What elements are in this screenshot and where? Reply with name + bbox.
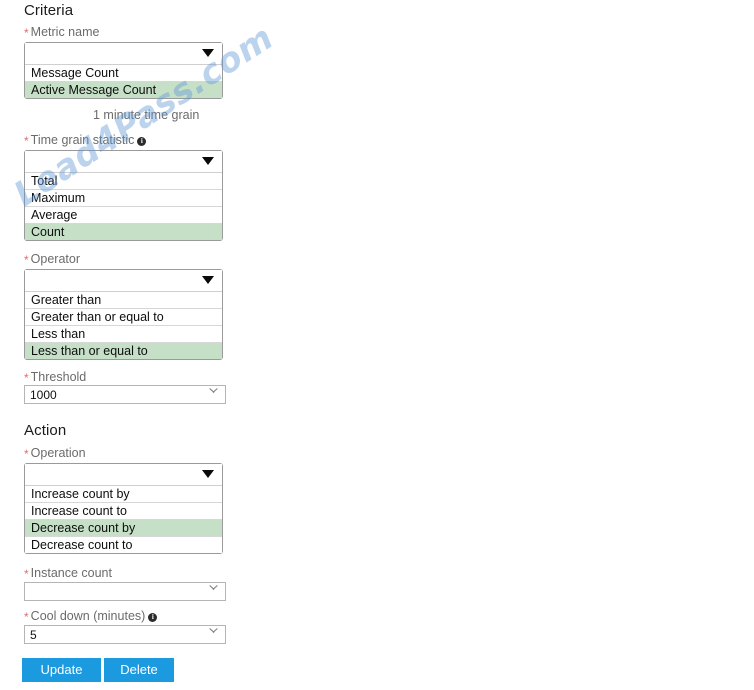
metric-name-input[interactable]	[25, 43, 222, 65]
instance-count-select[interactable]	[24, 582, 226, 601]
time-grain-statistic-label-text: Time grain statistic	[30, 133, 135, 147]
operator-option-list: Greater than Greater than or equal to Le…	[25, 292, 222, 359]
instance-count-label: * Instance count	[24, 566, 112, 581]
action-heading: Action	[24, 422, 67, 439]
metric-name-label: * Metric name	[24, 25, 99, 40]
threshold-label-text: Threshold	[30, 370, 87, 384]
operator-option-greater-than[interactable]: Greater than	[25, 292, 222, 309]
operation-label: * Operation	[24, 446, 86, 461]
time-grain-statistic-option-list: Total Maximum Average Count	[25, 173, 222, 240]
chevron-down-icon[interactable]	[202, 157, 214, 165]
time-grain-statistic-input[interactable]	[25, 151, 222, 173]
operator-label-text: Operator	[30, 252, 81, 266]
metric-name-dropdown[interactable]: Message Count Active Message Count	[24, 42, 223, 99]
delete-button[interactable]: Delete	[104, 658, 174, 682]
time-grain-statistic-option-average[interactable]: Average	[25, 207, 222, 224]
info-icon[interactable]: i	[137, 137, 147, 146]
operator-dropdown[interactable]: Greater than Greater than or equal to Le…	[24, 269, 223, 360]
time-grain-statistic-option-maximum[interactable]: Maximum	[25, 190, 222, 207]
operation-option-decrease-count-to[interactable]: Decrease count to	[25, 537, 222, 553]
chevron-down-icon[interactable]	[209, 588, 218, 597]
time-grain-note: 1 minute time grain	[93, 108, 200, 122]
time-grain-statistic-option-total[interactable]: Total	[25, 173, 222, 190]
required-asterisk: *	[24, 567, 29, 581]
required-asterisk: *	[24, 253, 29, 267]
metric-name-option-active-message-count[interactable]: Active Message Count	[25, 82, 222, 98]
operator-option-less-than-or-equal-to[interactable]: Less than or equal to	[25, 343, 222, 359]
operator-input[interactable]	[25, 270, 222, 292]
operation-label-text: Operation	[30, 446, 86, 460]
chevron-down-icon[interactable]	[202, 470, 214, 478]
required-asterisk: *	[24, 371, 29, 385]
operation-option-increase-count-by[interactable]: Increase count by	[25, 486, 222, 503]
operation-option-increase-count-to[interactable]: Increase count to	[25, 503, 222, 520]
autoscale-rule-panel: Criteria * Metric name Message Count Acti…	[0, 0, 754, 690]
operator-option-less-than[interactable]: Less than	[25, 326, 222, 343]
required-asterisk: *	[24, 610, 29, 624]
cool-down-select[interactable]: 5	[24, 625, 226, 644]
chevron-down-icon[interactable]	[209, 391, 218, 400]
chevron-down-icon[interactable]	[202, 49, 214, 57]
operation-dropdown[interactable]: Increase count by Increase count to Decr…	[24, 463, 223, 554]
update-button[interactable]: Update	[22, 658, 101, 682]
cool-down-label: * Cool down (minutes) i	[24, 609, 158, 624]
time-grain-statistic-option-count[interactable]: Count	[25, 224, 222, 240]
required-asterisk: *	[24, 134, 29, 148]
operator-label: * Operator	[24, 252, 80, 267]
threshold-select[interactable]: 1000	[24, 385, 226, 404]
required-asterisk: *	[24, 26, 29, 40]
required-asterisk: *	[24, 447, 29, 461]
cool-down-value: 5	[30, 628, 37, 642]
operator-option-greater-than-or-equal-to[interactable]: Greater than or equal to	[25, 309, 222, 326]
operation-option-list: Increase count by Increase count to Decr…	[25, 486, 222, 553]
operation-option-decrease-count-by[interactable]: Decrease count by	[25, 520, 222, 537]
criteria-heading: Criteria	[24, 2, 74, 19]
metric-name-label-text: Metric name	[30, 25, 100, 39]
chevron-down-icon[interactable]	[202, 276, 214, 284]
metric-name-option-message-count[interactable]: Message Count	[25, 65, 222, 82]
chevron-down-icon[interactable]	[209, 631, 218, 640]
threshold-label: * Threshold	[24, 370, 86, 385]
instance-count-label-text: Instance count	[30, 566, 112, 580]
info-icon[interactable]: i	[148, 613, 158, 622]
time-grain-statistic-dropdown[interactable]: Total Maximum Average Count	[24, 150, 223, 241]
threshold-value: 1000	[30, 388, 57, 402]
operation-input[interactable]	[25, 464, 222, 486]
metric-name-option-list: Message Count Active Message Count	[25, 65, 222, 98]
cool-down-label-text: Cool down (minutes)	[30, 609, 146, 623]
time-grain-statistic-label: * Time grain statistic i	[24, 133, 147, 148]
